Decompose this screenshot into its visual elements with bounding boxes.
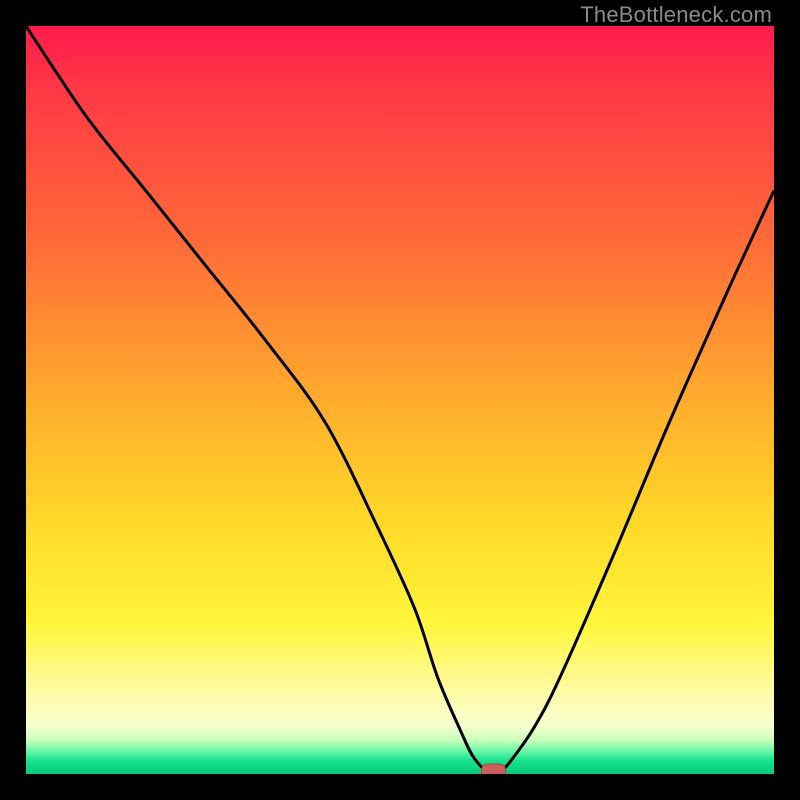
watermark-text: TheBottleneck.com	[580, 2, 772, 28]
optimum-marker	[482, 764, 506, 774]
plot-area	[26, 26, 774, 774]
bottleneck-curve	[26, 26, 774, 774]
chart-frame: TheBottleneck.com	[0, 0, 800, 800]
curve-layer	[26, 26, 774, 774]
